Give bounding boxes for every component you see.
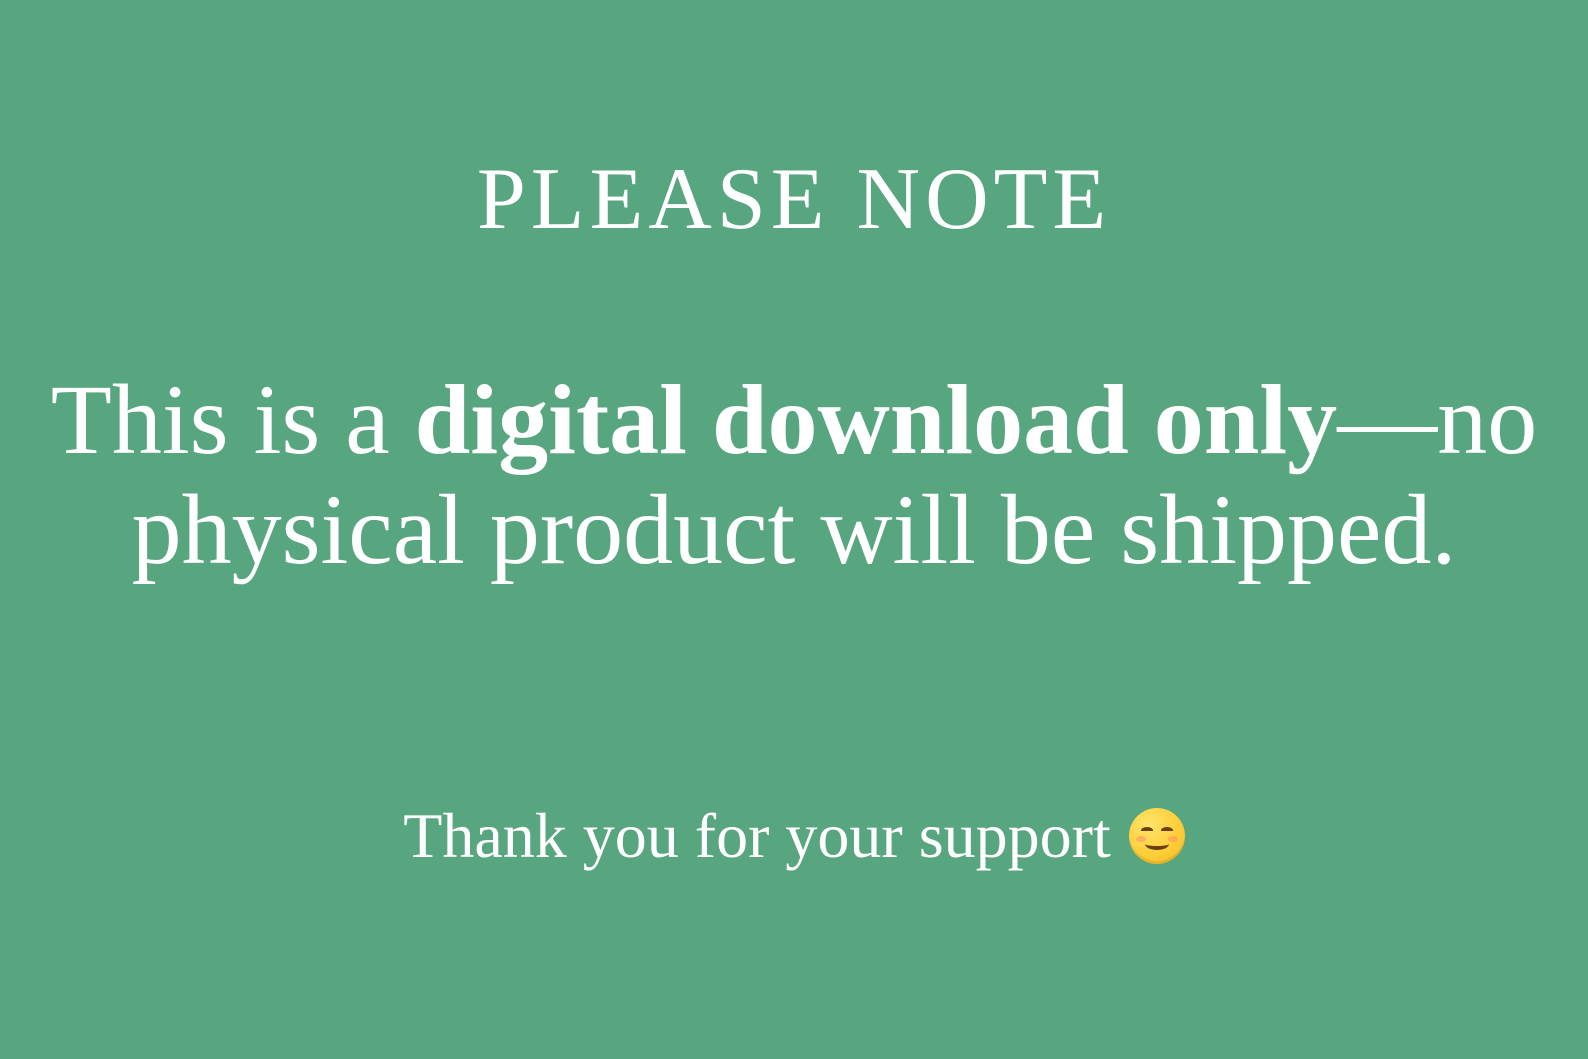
message-intro: This is a	[50, 364, 415, 475]
smiling-face-emoji-icon	[1128, 808, 1185, 864]
message-emphasis: digital download only	[414, 364, 1338, 475]
notice-heading: PLEASE NOTE	[476, 151, 1112, 248]
thank-you-line: Thank you for your support	[0, 796, 1588, 876]
thank-you-text: Thank you for your support	[403, 800, 1111, 871]
emoji-mouth	[1144, 838, 1169, 850]
emoji-eye-right	[1160, 827, 1173, 834]
emoji-eye-left	[1140, 827, 1153, 834]
notice-message: This is a digital download only—no physi…	[0, 365, 1588, 585]
emoji-cheek-right	[1167, 836, 1178, 842]
notice-card: PLEASE NOTE This is a digital download o…	[0, 0, 1588, 1059]
